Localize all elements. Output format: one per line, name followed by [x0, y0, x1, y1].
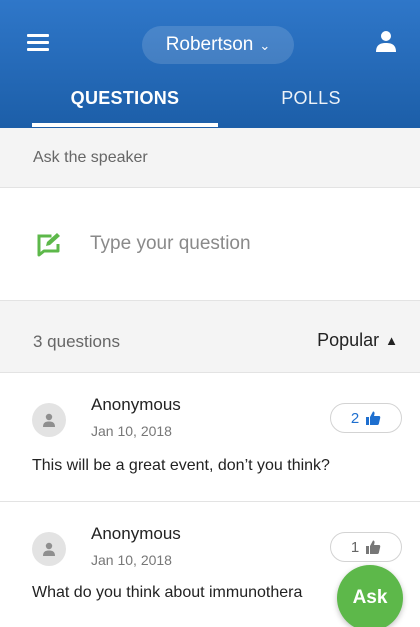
question-author: Anonymous: [91, 524, 181, 543]
anonymous-user-icon: [43, 542, 55, 556]
chevron-down-icon: ⌄: [259, 38, 271, 53]
like-button[interactable]: 1: [330, 532, 402, 562]
thumbs-up-icon: [366, 540, 381, 554]
like-count: 2: [350, 409, 360, 427]
anonymous-user-icon: [43, 413, 55, 427]
ask-section-label: Ask the speaker: [0, 128, 420, 188]
question-date: Jan 10, 2018: [91, 552, 172, 568]
question-input[interactable]: Type your question: [0, 188, 420, 301]
sort-dropdown[interactable]: Popular ▲︎: [317, 330, 398, 351]
question-list-header: 3 questions Popular ▲︎: [0, 301, 420, 373]
question-author: Anonymous: [91, 395, 181, 414]
question-item[interactable]: Anonymous Jan 10, 2018 2 This will be a …: [0, 373, 420, 502]
tab-questions[interactable]: QUESTIONS: [32, 78, 218, 128]
question-text: What do you think about immunothera: [32, 584, 303, 601]
sort-icon: ▲︎: [385, 333, 398, 348]
like-count: 1: [350, 538, 360, 556]
tab-bar: QUESTIONS POLLS: [0, 78, 420, 128]
like-button[interactable]: 2: [330, 403, 402, 433]
user-profile-icon[interactable]: [374, 29, 398, 53]
sort-label: Popular: [317, 330, 380, 350]
event-name: Robertson: [165, 34, 254, 55]
app-header: Robertson ⌄ QUESTIONS POLLS: [0, 0, 420, 128]
ask-section-title: Ask the speaker: [33, 148, 148, 166]
avatar: [32, 403, 66, 437]
event-selector[interactable]: Robertson ⌄: [142, 26, 294, 64]
ask-button[interactable]: Ask: [337, 565, 403, 627]
active-tab-indicator: [32, 123, 218, 127]
avatar: [32, 532, 66, 566]
hamburger-menu-icon[interactable]: [27, 34, 49, 51]
compose-icon: [37, 233, 60, 257]
question-input-placeholder: Type your question: [90, 233, 251, 254]
question-text: This will be a great event, don’t you th…: [32, 457, 330, 474]
thumbs-up-icon: [366, 411, 381, 425]
question-count: 3 questions: [33, 332, 120, 351]
tab-polls[interactable]: POLLS: [218, 78, 404, 128]
question-date: Jan 10, 2018: [91, 423, 172, 439]
